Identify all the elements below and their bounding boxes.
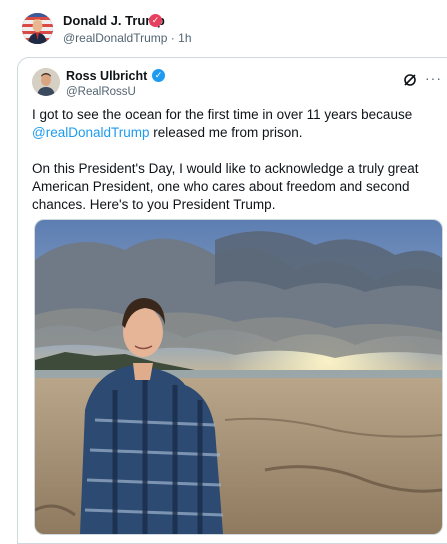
text-line2: released me from prison. bbox=[149, 125, 303, 140]
quoted-author-name[interactable]: Ross Ulbricht bbox=[66, 69, 147, 83]
text-paragraph-2: On this President's Day, I would like to… bbox=[32, 161, 419, 212]
grok-icon[interactable] bbox=[402, 72, 418, 88]
outer-post-header: Donald J. Trump ✓ @realDonaldTrump · 1h bbox=[22, 12, 432, 48]
quoted-author-handle[interactable]: @RealRossU bbox=[66, 86, 136, 98]
beach-sunset-photo[interactable] bbox=[34, 219, 443, 535]
text-paragraph-1: I got to see the ocean for the first tim… bbox=[32, 106, 444, 142]
text-line1: I got to see the ocean for the first tim… bbox=[32, 107, 413, 122]
quoted-post-text: I got to see the ocean for the first tim… bbox=[32, 106, 444, 214]
post-time[interactable]: 1h bbox=[178, 31, 191, 45]
verified-badge-icon: ✓ bbox=[149, 14, 162, 27]
author-meta: @realDonaldTrump · 1h bbox=[63, 31, 192, 45]
mention-link[interactable]: @realDonaldTrump bbox=[32, 125, 150, 140]
author-handle[interactable]: @realDonaldTrump bbox=[63, 31, 167, 45]
avatar[interactable] bbox=[22, 13, 53, 44]
meta-separator: · bbox=[170, 31, 175, 45]
quoted-post-card[interactable]: Ross Ulbricht ✓ @RealRossU ··· I got to … bbox=[17, 57, 447, 544]
quoted-post-header: Ross Ulbricht ✓ @RealRossU ··· bbox=[32, 66, 441, 100]
more-icon[interactable]: ··· bbox=[425, 70, 442, 86]
quoted-avatar[interactable] bbox=[32, 68, 60, 96]
verified-badge-icon: ✓ bbox=[152, 69, 165, 82]
